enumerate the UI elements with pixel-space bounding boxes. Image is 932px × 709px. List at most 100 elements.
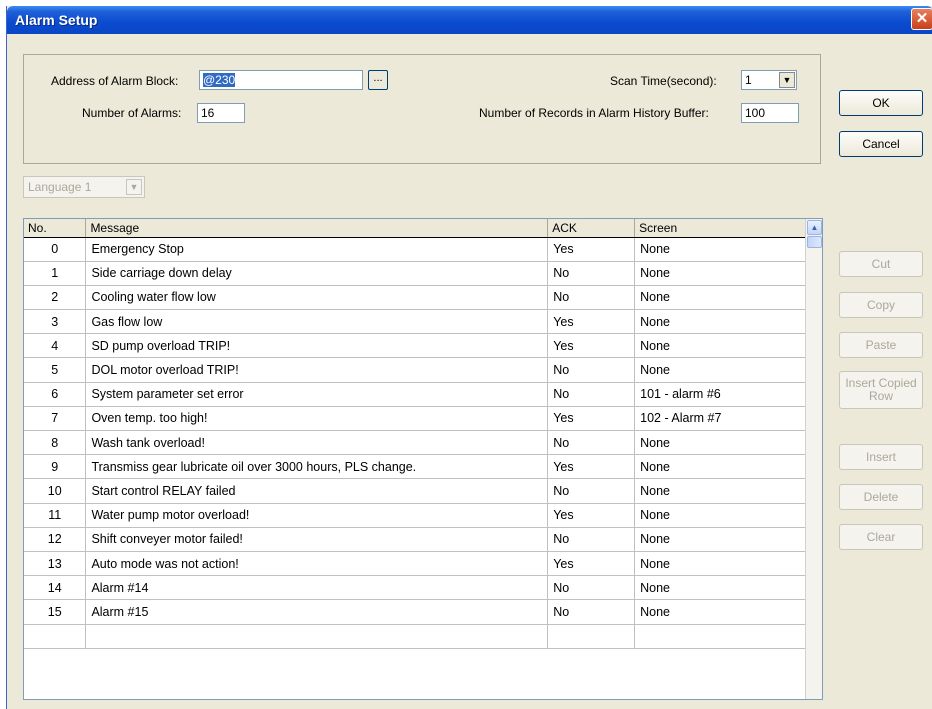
- cell-screen[interactable]: None: [634, 454, 806, 480]
- cell-screen[interactable]: None: [634, 575, 806, 601]
- cell-message[interactable]: Alarm #15: [85, 599, 549, 625]
- cell-ack[interactable]: No: [547, 478, 636, 504]
- cell-message[interactable]: DOL motor overload TRIP!: [85, 357, 549, 383]
- cell-screen[interactable]: None: [634, 551, 806, 577]
- cell-ack[interactable]: Yes: [547, 551, 636, 577]
- cell-no[interactable]: 15: [24, 599, 87, 625]
- cell-message[interactable]: System parameter set error: [85, 382, 549, 407]
- insert-button[interactable]: Insert: [839, 444, 923, 470]
- cell-screen[interactable]: None: [634, 478, 806, 504]
- title-bar[interactable]: Alarm Setup ✕: [7, 6, 932, 34]
- cell-message[interactable]: Transmiss gear lubricate oil over 3000 h…: [85, 454, 549, 480]
- cell-ack[interactable]: Yes: [547, 309, 636, 335]
- cell-ack[interactable]: Yes: [547, 503, 636, 528]
- chevron-down-icon[interactable]: ▼: [126, 179, 142, 195]
- cell-message[interactable]: Cooling water flow low: [85, 285, 549, 311]
- cell-message[interactable]: [85, 624, 549, 649]
- cell-message[interactable]: Shift conveyer motor failed!: [85, 527, 549, 552]
- table-row[interactable]: 3 Gas flow low Yes None: [24, 309, 806, 335]
- table-row[interactable]: 1 Side carriage down delay No None: [24, 261, 806, 286]
- cell-screen[interactable]: None: [634, 599, 806, 625]
- cell-screen[interactable]: None: [634, 357, 806, 383]
- table-row[interactable]: 4 SD pump overload TRIP! Yes None: [24, 333, 806, 359]
- cell-screen[interactable]: None: [634, 285, 806, 311]
- cell-ack[interactable]: No: [547, 285, 636, 311]
- cell-no[interactable]: 2: [24, 285, 87, 311]
- address-browse-button[interactable]: ...: [368, 70, 388, 90]
- column-header-screen[interactable]: Screen: [634, 219, 806, 238]
- scrollbar-thumb[interactable]: [807, 236, 822, 248]
- cell-no[interactable]: 0: [24, 237, 87, 262]
- cell-screen[interactable]: None: [634, 503, 806, 528]
- cell-screen[interactable]: None: [634, 237, 806, 262]
- cell-ack[interactable]: No: [547, 261, 636, 286]
- cell-no[interactable]: 6: [24, 382, 87, 407]
- cell-no[interactable]: 5: [24, 357, 87, 383]
- cell-no[interactable]: 3: [24, 309, 87, 335]
- paste-button[interactable]: Paste: [839, 332, 923, 358]
- cell-ack[interactable]: No: [547, 599, 636, 625]
- column-header-message[interactable]: Message: [85, 219, 549, 238]
- cell-ack[interactable]: Yes: [547, 333, 636, 359]
- table-row[interactable]: 15 Alarm #15 No None: [24, 599, 806, 625]
- cut-button[interactable]: Cut: [839, 251, 923, 277]
- address-field[interactable]: @230: [199, 70, 363, 90]
- cell-screen[interactable]: 101 - alarm #6: [634, 382, 806, 407]
- cell-ack[interactable]: No: [547, 382, 636, 407]
- table-row[interactable]: 2 Cooling water flow low No None: [24, 285, 806, 311]
- cell-no[interactable]: 4: [24, 333, 87, 359]
- cell-no[interactable]: 8: [24, 430, 87, 456]
- insert-copied-row-button[interactable]: Insert Copied Row: [839, 371, 923, 409]
- cell-message[interactable]: Alarm #14: [85, 575, 549, 601]
- cell-screen[interactable]: None: [634, 333, 806, 359]
- table-row[interactable]: [24, 624, 806, 649]
- cell-message[interactable]: Auto mode was not action!: [85, 551, 549, 577]
- cell-no[interactable]: 13: [24, 551, 87, 577]
- cell-no[interactable]: 11: [24, 503, 87, 528]
- cell-message[interactable]: Emergency Stop: [85, 237, 549, 262]
- close-icon[interactable]: ✕: [911, 8, 932, 30]
- cell-no[interactable]: [24, 624, 87, 649]
- table-row[interactable]: 11 Water pump motor overload! Yes None: [24, 503, 806, 528]
- cell-screen[interactable]: None: [634, 527, 806, 552]
- vertical-scrollbar[interactable]: ▲: [805, 219, 822, 699]
- copy-button[interactable]: Copy: [839, 292, 923, 318]
- cell-message[interactable]: Start control RELAY failed: [85, 478, 549, 504]
- table-row[interactable]: 8 Wash tank overload! No None: [24, 430, 806, 456]
- cell-screen[interactable]: None: [634, 309, 806, 335]
- cell-no[interactable]: 10: [24, 478, 87, 504]
- table-row[interactable]: 14 Alarm #14 No None: [24, 575, 806, 601]
- cell-message[interactable]: Wash tank overload!: [85, 430, 549, 456]
- cell-screen[interactable]: None: [634, 261, 806, 286]
- cell-screen[interactable]: 102 - Alarm #7: [634, 406, 806, 432]
- table-row[interactable]: 7 Oven temp. too high! Yes 102 - Alarm #7: [24, 406, 806, 432]
- delete-button[interactable]: Delete: [839, 484, 923, 510]
- cell-ack[interactable]: No: [547, 430, 636, 456]
- history-field[interactable]: 100: [741, 103, 799, 123]
- cell-message[interactable]: Side carriage down delay: [85, 261, 549, 286]
- clear-button[interactable]: Clear: [839, 524, 923, 550]
- table-row[interactable]: 0 Emergency Stop Yes None: [24, 237, 806, 262]
- ok-button[interactable]: OK: [839, 90, 923, 116]
- cell-ack[interactable]: No: [547, 527, 636, 552]
- table-row[interactable]: 10 Start control RELAY failed No None: [24, 478, 806, 504]
- cell-ack[interactable]: [547, 624, 636, 649]
- cell-no[interactable]: 12: [24, 527, 87, 552]
- scan-time-select[interactable]: 1 ▼: [741, 70, 797, 90]
- cell-screen[interactable]: [634, 624, 806, 649]
- table-row[interactable]: 5 DOL motor overload TRIP! No None: [24, 357, 806, 383]
- arrow-up-icon[interactable]: ▲: [807, 220, 822, 235]
- language-select[interactable]: Language 1 ▼: [23, 176, 145, 198]
- column-header-no[interactable]: No.: [24, 219, 87, 238]
- cell-no[interactable]: 14: [24, 575, 87, 601]
- cell-ack[interactable]: Yes: [547, 237, 636, 262]
- cell-no[interactable]: 9: [24, 454, 87, 480]
- chevron-down-icon[interactable]: ▼: [779, 72, 795, 88]
- cell-ack[interactable]: No: [547, 357, 636, 383]
- column-header-ack[interactable]: ACK: [547, 219, 636, 238]
- cell-no[interactable]: 7: [24, 406, 87, 432]
- table-row[interactable]: 6 System parameter set error No 101 - alarm…: [24, 382, 806, 407]
- cell-screen[interactable]: None: [634, 430, 806, 456]
- cell-ack[interactable]: Yes: [547, 406, 636, 432]
- num-alarms-field[interactable]: 16: [197, 103, 245, 123]
